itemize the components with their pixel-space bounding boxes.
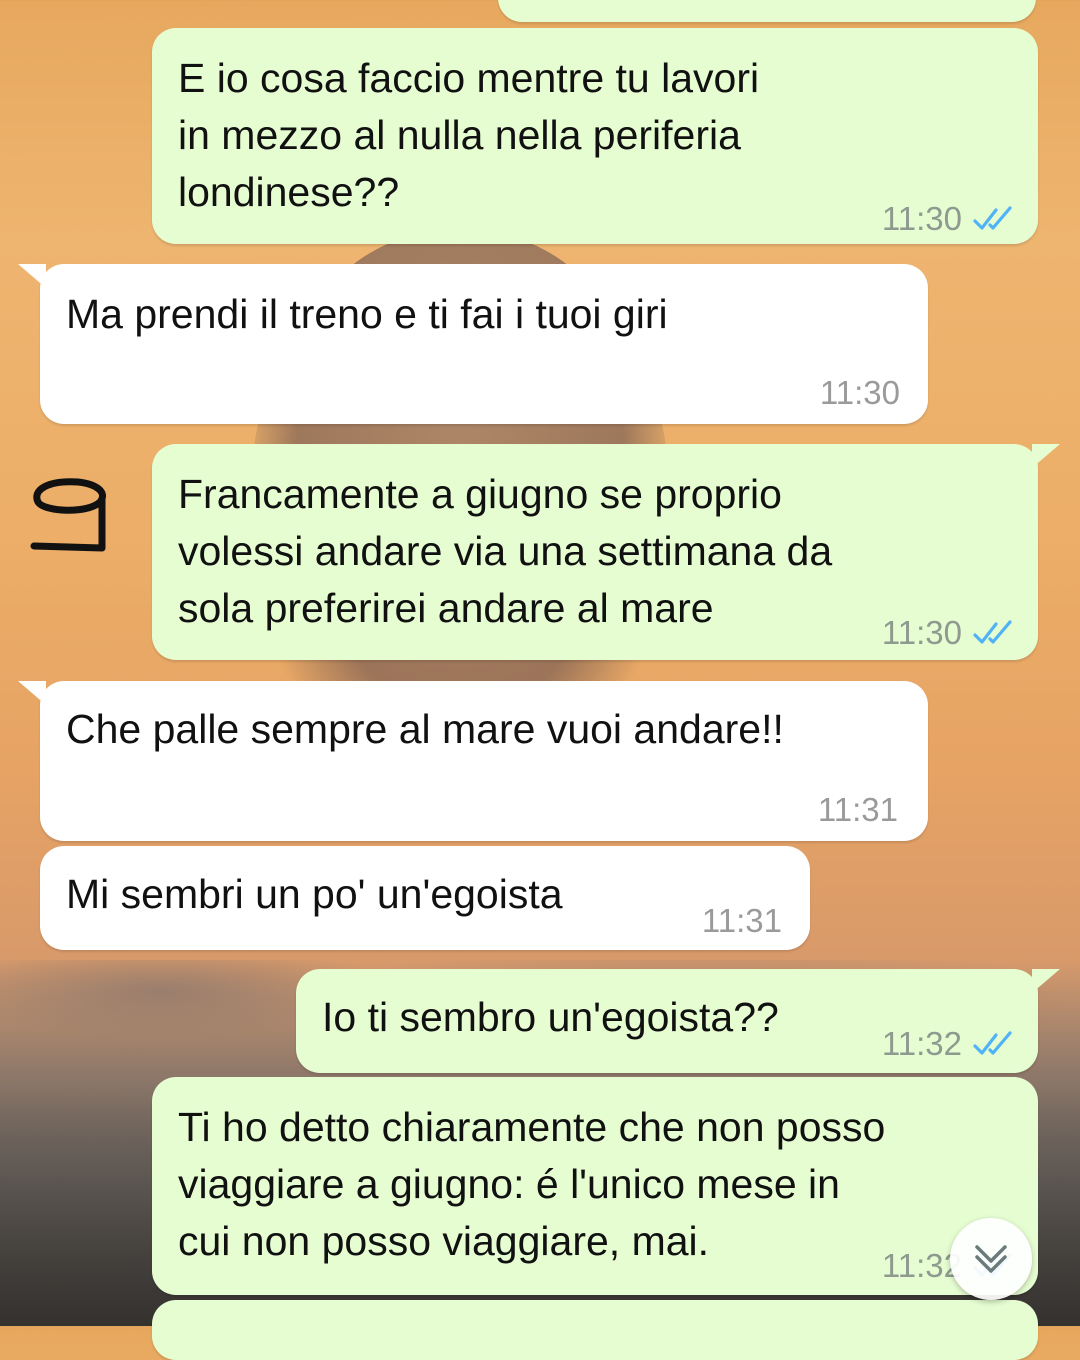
message-meta: 11:30 bbox=[820, 364, 900, 421]
double-check-icon bbox=[973, 619, 1012, 644]
message-meta: 11:31 bbox=[702, 892, 782, 949]
double-check-icon bbox=[973, 1030, 1012, 1055]
message-bubble-incoming[interactable]: Ma prendi il treno e ti fai i tuoi giri … bbox=[18, 264, 928, 424]
message-text: Ti ho detto chiaramente che non posso vi… bbox=[178, 1104, 886, 1264]
message-text: Io ti sembro un'egoista?? bbox=[322, 994, 779, 1040]
message-text: E io cosa faccio mentre tu lavori in mez… bbox=[178, 55, 760, 215]
message-bubble-outgoing[interactable]: Ti ho detto chiaramente che non posso vi… bbox=[152, 1077, 1038, 1295]
message-time: 11:32 bbox=[881, 1025, 962, 1062]
message-bubble-incoming[interactable]: Mi sembri un po' un'egoista 11:31 bbox=[40, 846, 810, 950]
message-bubble-partial-bottom[interactable] bbox=[152, 1300, 1038, 1360]
message-text: Francamente a giugno se proprio volessi … bbox=[178, 471, 833, 631]
message-time: 11:30 bbox=[881, 614, 962, 651]
message-bubble-outgoing[interactable]: Io ti sembro un'egoista?? 11:32 bbox=[296, 969, 1060, 1073]
scroll-to-bottom-button[interactable] bbox=[950, 1218, 1032, 1300]
message-text: Ma prendi il treno e ti fai i tuoi giri bbox=[66, 291, 668, 337]
double-check-icon bbox=[973, 205, 1012, 230]
message-time: 11:31 bbox=[701, 902, 782, 939]
message-text: Che palle sempre al mare vuoi andare!! bbox=[66, 706, 784, 752]
message-time: 11:30 bbox=[819, 374, 900, 411]
handwritten-number-annotation bbox=[30, 478, 106, 552]
message-meta: 11:31 bbox=[818, 781, 898, 838]
chevron-double-down-icon bbox=[975, 1245, 1007, 1273]
message-bubble-incoming[interactable]: Che palle sempre al mare vuoi andare!! 1… bbox=[18, 681, 928, 841]
message-time: 11:31 bbox=[817, 791, 898, 828]
message-meta: 11:30 bbox=[882, 190, 1016, 247]
message-text: Mi sembri un po' un'egoista bbox=[66, 871, 563, 917]
message-meta: 11:32 bbox=[882, 1015, 1016, 1072]
message-bubble-outgoing[interactable]: Francamente a giugno se proprio volessi … bbox=[152, 444, 1060, 661]
message-time: 11:30 bbox=[881, 200, 962, 237]
message-meta: 11:30 bbox=[882, 604, 1016, 661]
message-bubble-outgoing[interactable]: E io cosa faccio mentre tu lavori in mez… bbox=[152, 28, 1038, 244]
message-bubble-partial-top[interactable] bbox=[498, 0, 1036, 22]
